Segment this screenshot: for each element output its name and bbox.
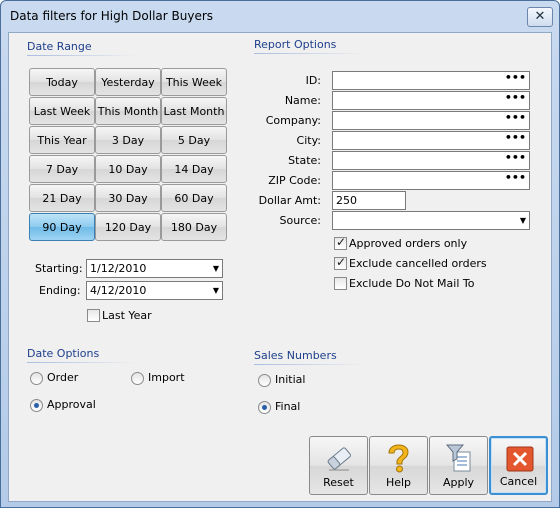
- lookup-icon[interactable]: •••: [505, 109, 526, 126]
- ending-date-picker[interactable]: 4/12/2010 ▼: [86, 281, 223, 300]
- dialog-body: Date Range Starting: 1/12/2010 ▼ Ending:…: [8, 32, 552, 502]
- final-radio[interactable]: [258, 401, 271, 414]
- help-icon: [388, 444, 409, 473]
- date-range-today-button[interactable]: Today: [29, 68, 95, 96]
- date-range-180-day-button[interactable]: 180 Day: [161, 213, 227, 241]
- import-label: Import: [148, 371, 185, 384]
- ending-label: Ending:: [39, 284, 81, 297]
- approved-orders-checkbox[interactable]: [334, 235, 347, 250]
- date-range-60-day-button[interactable]: 60 Day: [161, 184, 227, 212]
- lookup-icon[interactable]: •••: [505, 69, 526, 86]
- title-bar: Data filters for High Dollar Buyers ✕: [1, 1, 559, 32]
- id-label: ID:: [305, 74, 321, 87]
- dollar-amt-label: Dollar Amt:: [258, 194, 321, 207]
- date-range-21-day-button[interactable]: 21 Day: [29, 184, 95, 212]
- import-radio[interactable]: [131, 372, 144, 385]
- state-label: State:: [288, 154, 321, 167]
- state-field[interactable]: •••: [332, 151, 530, 170]
- zip-field[interactable]: •••: [332, 171, 530, 190]
- help-label: Help: [385, 476, 412, 489]
- chevron-down-icon[interactable]: ▼: [213, 260, 219, 277]
- lookup-icon[interactable]: •••: [505, 149, 526, 166]
- cancel-button[interactable]: Cancel: [489, 436, 548, 495]
- date-range-this-month-button[interactable]: This Month: [95, 97, 161, 125]
- chevron-down-icon[interactable]: ▼: [213, 282, 219, 299]
- apply-label: Apply: [442, 476, 475, 489]
- date-range-120-day-button[interactable]: 120 Day: [95, 213, 161, 241]
- ending-date-value: 4/12/2010: [90, 284, 147, 297]
- approval-label: Approval: [47, 398, 96, 411]
- date-range-heading-text: Date Range: [27, 40, 92, 53]
- dialog-window: Data filters for High Dollar Buyers ✕ Da…: [0, 0, 560, 508]
- last-year-label: Last Year: [102, 309, 152, 322]
- date-options-heading-text: Date Options: [27, 347, 100, 360]
- exclude-do-not-mail-label: Exclude Do Not Mail To: [349, 277, 475, 290]
- date-range-this-year-button[interactable]: This Year: [29, 126, 95, 154]
- report-options-heading-text: Report Options: [254, 38, 337, 51]
- company-field[interactable]: •••: [332, 111, 530, 130]
- date-range-30-day-button[interactable]: 30 Day: [95, 184, 161, 212]
- reset-button[interactable]: Reset: [309, 436, 368, 495]
- chevron-down-icon[interactable]: ▼: [520, 212, 526, 229]
- approval-radio[interactable]: [30, 399, 43, 412]
- date-range-7-day-button[interactable]: 7 Day: [29, 155, 95, 183]
- starting-label: Starting:: [35, 262, 83, 275]
- eraser-icon: [327, 447, 351, 471]
- filter-icon: [445, 444, 471, 472]
- name-field[interactable]: •••: [332, 91, 530, 110]
- report-options-heading: Report Options: [254, 38, 364, 54]
- initial-radio[interactable]: [258, 374, 271, 387]
- cancel-icon: [506, 446, 534, 472]
- exclude-cancelled-label: Exclude cancelled orders: [349, 257, 487, 270]
- order-radio[interactable]: [30, 372, 43, 385]
- date-range-5-day-button[interactable]: 5 Day: [161, 126, 227, 154]
- date-range-3-day-button[interactable]: 3 Day: [95, 126, 161, 154]
- name-label: Name:: [284, 94, 321, 107]
- window-title: Data filters for High Dollar Buyers: [10, 9, 214, 23]
- last-year-checkbox[interactable]: [87, 309, 100, 322]
- source-dropdown[interactable]: ▼: [332, 211, 530, 230]
- order-label: Order: [47, 371, 79, 384]
- date-range-heading: Date Range: [27, 40, 137, 56]
- date-range-14-day-button[interactable]: 14 Day: [161, 155, 227, 183]
- dollar-amt-field[interactable]: 250: [332, 191, 406, 210]
- date-range-last-week-button[interactable]: Last Week: [29, 97, 95, 125]
- starting-date-value: 1/12/2010: [90, 262, 147, 275]
- final-label: Final: [275, 400, 301, 413]
- city-field[interactable]: •••: [332, 131, 530, 150]
- help-button[interactable]: Help: [369, 436, 428, 495]
- initial-label: Initial: [275, 373, 306, 386]
- date-options-heading: Date Options: [27, 347, 137, 363]
- lookup-icon[interactable]: •••: [505, 169, 526, 186]
- date-range-10-day-button[interactable]: 10 Day: [95, 155, 161, 183]
- sales-numbers-heading: Sales Numbers: [254, 349, 364, 365]
- starting-date-picker[interactable]: 1/12/2010 ▼: [86, 259, 223, 278]
- close-button[interactable]: ✕: [527, 7, 553, 27]
- dollar-amt-value: 250: [336, 194, 357, 207]
- company-label: Company:: [265, 114, 321, 127]
- date-range-this-week-button[interactable]: This Week: [161, 68, 227, 96]
- date-range-90-day-button[interactable]: 90 Day: [29, 213, 95, 241]
- approved-orders-label: Approved orders only: [349, 237, 468, 250]
- date-range-last-month-button[interactable]: Last Month: [161, 97, 227, 125]
- city-label: City:: [296, 134, 321, 147]
- cancel-label: Cancel: [499, 475, 538, 488]
- lookup-icon[interactable]: •••: [505, 89, 526, 106]
- apply-button[interactable]: Apply: [429, 436, 488, 495]
- sales-numbers-heading-text: Sales Numbers: [254, 349, 337, 362]
- exclude-cancelled-checkbox[interactable]: [334, 255, 347, 270]
- reset-label: Reset: [323, 476, 354, 489]
- id-field[interactable]: •••: [332, 71, 530, 90]
- exclude-do-not-mail-checkbox[interactable]: [334, 277, 347, 290]
- lookup-icon[interactable]: •••: [505, 129, 526, 146]
- date-range-yesterday-button[interactable]: Yesterday: [95, 68, 161, 96]
- source-label: Source:: [279, 214, 322, 227]
- zip-label: ZIP Code:: [268, 174, 321, 187]
